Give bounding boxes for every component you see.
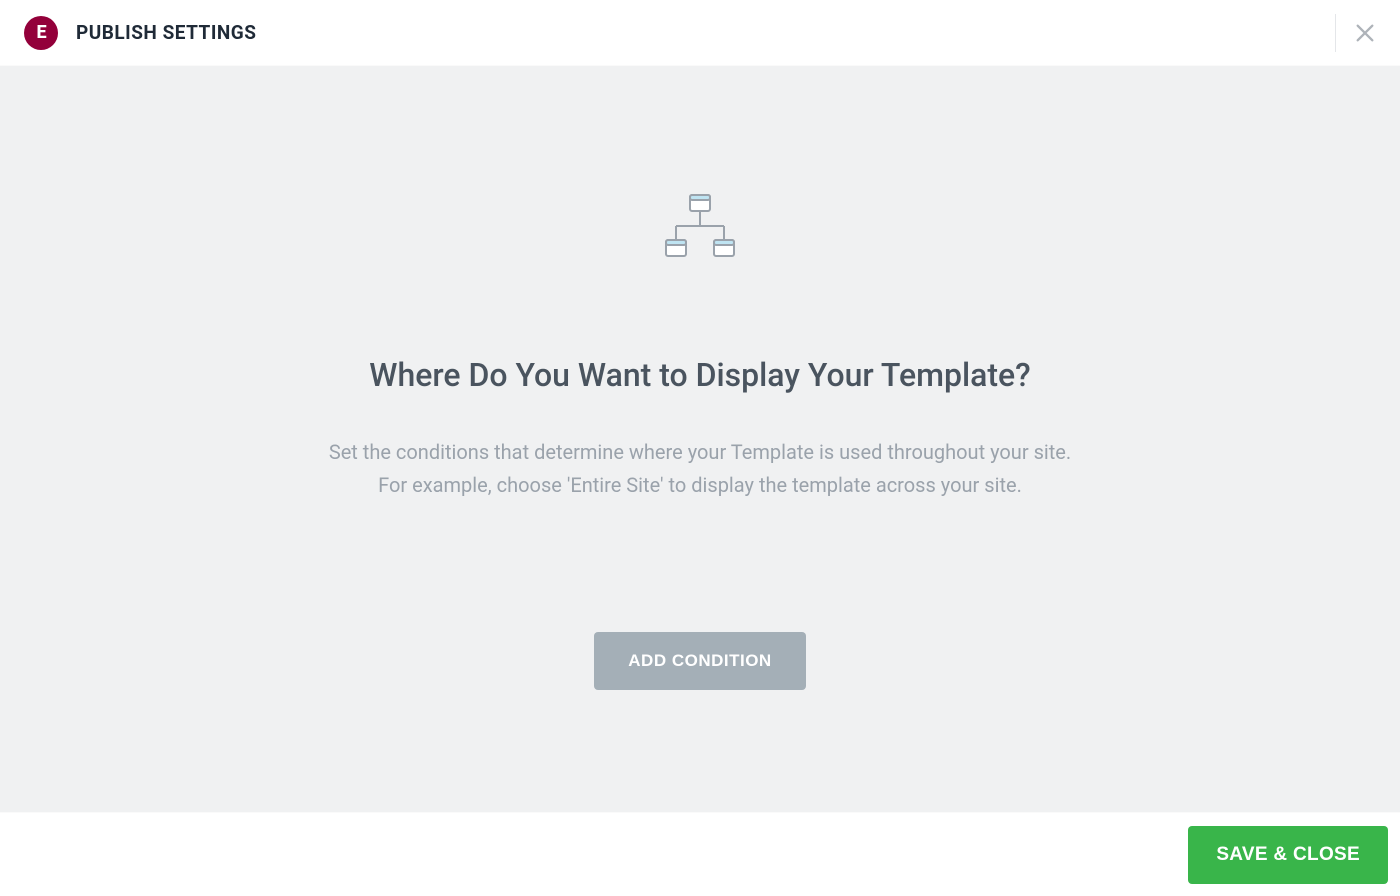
add-condition-button[interactable]: ADD CONDITION	[594, 632, 805, 690]
description-line-2: For example, choose 'Entire Site' to dis…	[378, 473, 1022, 497]
close-icon	[1354, 22, 1376, 44]
description-text: Set the conditions that determine where …	[329, 436, 1071, 502]
hierarchy-icon	[664, 194, 736, 264]
elementor-logo: E	[24, 16, 58, 50]
save-close-button[interactable]: SAVE & CLOSE	[1188, 826, 1388, 884]
header-divider	[1335, 14, 1336, 52]
main-heading: Where Do You Want to Display Your Templa…	[369, 356, 1030, 394]
close-area	[1335, 0, 1400, 66]
description-line-1: Set the conditions that determine where …	[329, 440, 1071, 464]
dialog-header: E PUBLISH SETTINGS	[0, 0, 1400, 66]
dialog-footer: SAVE & CLOSE	[0, 812, 1400, 896]
dialog-title: PUBLISH SETTINGS	[76, 21, 256, 44]
dialog-content: Where Do You Want to Display Your Templa…	[0, 66, 1400, 812]
logo-letter: E	[36, 22, 45, 43]
close-button[interactable]	[1354, 22, 1400, 44]
